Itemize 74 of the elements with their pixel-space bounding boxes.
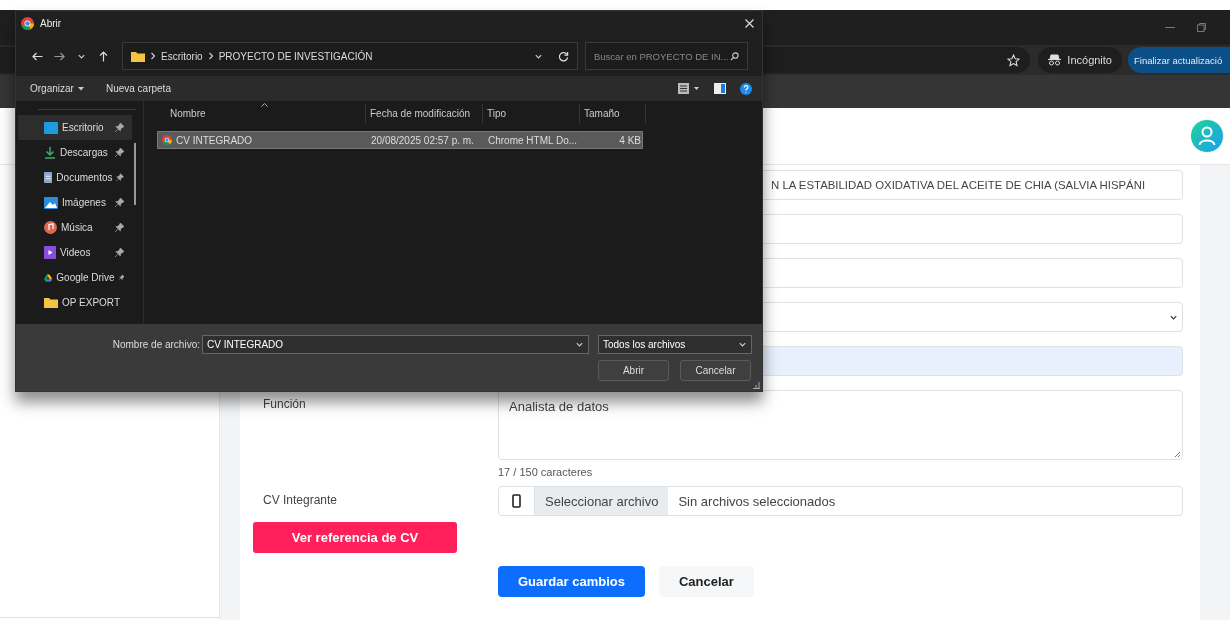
cancel-button[interactable]: Cancelar <box>658 566 754 597</box>
music-icon <box>44 221 57 234</box>
column-header[interactable]: Nombre <box>150 103 366 124</box>
forward-icon[interactable] <box>53 51 65 61</box>
dialog-title: Abrir <box>40 18 63 29</box>
file-row[interactable]: CV INTEGRADO 20/08/2025 02:57 p. m. Chrome HTML Do... 4 KB <box>157 131 643 149</box>
resize-grip-icon <box>753 382 760 389</box>
field-label: Función <box>263 396 307 413</box>
nav-item[interactable]: OP EXPORT <box>18 290 132 315</box>
resize-grip-icon[interactable] <box>1174 451 1180 457</box>
search-icon <box>730 51 739 61</box>
file-status: Sin archivos seleccionados <box>677 493 836 509</box>
cancel-button[interactable]: Cancelar <box>680 360 751 381</box>
chrome-icon <box>21 17 34 30</box>
breadcrumb[interactable]: Escritorio <box>161 50 203 62</box>
save-button[interactable]: Guardar cambios <box>498 566 645 597</box>
download-icon <box>44 146 56 159</box>
drive-icon <box>44 271 53 284</box>
video-icon <box>44 246 56 259</box>
sort-caret-icon <box>261 103 268 107</box>
refresh-icon[interactable] <box>558 50 569 62</box>
preview-pane-icon[interactable] <box>714 83 726 94</box>
character-counter: 17 / 150 caracteres <box>498 465 594 480</box>
new-folder-button[interactable]: Nueva carpeta <box>105 83 171 94</box>
file-type: Chrome HTML Do... <box>487 134 579 146</box>
incognito-chip[interactable]: Incógnito <box>1038 47 1122 73</box>
chevron-down-icon <box>575 340 584 349</box>
star-icon[interactable] <box>1007 53 1021 67</box>
reference-button[interactable]: Ver referencia de CV <box>253 522 457 553</box>
filename-field[interactable]: CV INTEGRADO <box>202 335 589 354</box>
incognito-icon <box>1048 54 1062 66</box>
folder-icon <box>131 50 145 62</box>
document-icon <box>44 171 53 184</box>
up-arrow-icon[interactable] <box>98 50 108 62</box>
user-avatar[interactable] <box>1190 119 1224 153</box>
organize-menu[interactable]: Organizar <box>30 83 84 94</box>
breadcrumb[interactable]: PROYECTO DE INVESTIGACIÓN <box>218 50 373 62</box>
column-header[interactable]: Fecha de modificación <box>366 103 483 124</box>
desktop-icon <box>44 121 58 134</box>
filetype-select[interactable]: Todos los archivos <box>598 335 752 354</box>
choose-file-button[interactable]: Seleccionar archivo <box>534 487 669 515</box>
column-header[interactable]: Tamaño <box>580 103 646 124</box>
chevron-right-icon <box>207 52 214 60</box>
chevron-right-icon <box>150 52 156 60</box>
nav-item[interactable]: Escritorio <box>18 115 132 140</box>
view-menu-icon[interactable] <box>678 83 700 94</box>
nav-item[interactable]: Imágenes <box>18 190 132 215</box>
nav-item[interactable]: Descargas <box>18 140 132 165</box>
nav-item[interactable]: Música <box>18 215 132 240</box>
nav-item[interactable]: Documentos <box>18 165 132 190</box>
file-date: 20/08/2025 02:57 p. m. <box>370 134 475 146</box>
file-field[interactable]: Seleccionar archivo Sin archivos seleccionados <box>498 486 1183 516</box>
pictures-icon <box>44 196 58 209</box>
folder-icon <box>44 297 58 308</box>
field-label: CV Integrante <box>263 492 339 509</box>
phone-icon <box>512 494 521 508</box>
chrome-file-icon <box>162 135 172 145</box>
minimize-icon[interactable] <box>1165 26 1175 29</box>
column-header[interactable]: Tipo <box>483 103 580 124</box>
file-name: CV INTEGRADO <box>176 134 253 146</box>
file-size: 4 KB <box>618 134 641 146</box>
back-icon[interactable] <box>31 51 43 61</box>
close-icon[interactable] <box>745 19 754 28</box>
update-button[interactable]: Finalizar actualizació <box>1128 47 1230 73</box>
filename-label: Nombre de archivo: <box>111 339 201 350</box>
caret-icon <box>77 86 84 91</box>
address-bar[interactable]: Escritorio PROYECTO DE INVESTIGACIÓN <box>122 42 578 70</box>
nav-item[interactable]: Videos <box>18 240 132 265</box>
search-field[interactable]: Buscar en PROYECTO DE IN... <box>585 42 748 70</box>
chevron-down-icon <box>738 340 747 349</box>
nav-item[interactable]: Google Drive <box>18 265 132 290</box>
open-button[interactable]: Abrir <box>598 360 669 381</box>
help-icon[interactable] <box>740 82 752 95</box>
restore-icon[interactable] <box>1197 23 1206 32</box>
